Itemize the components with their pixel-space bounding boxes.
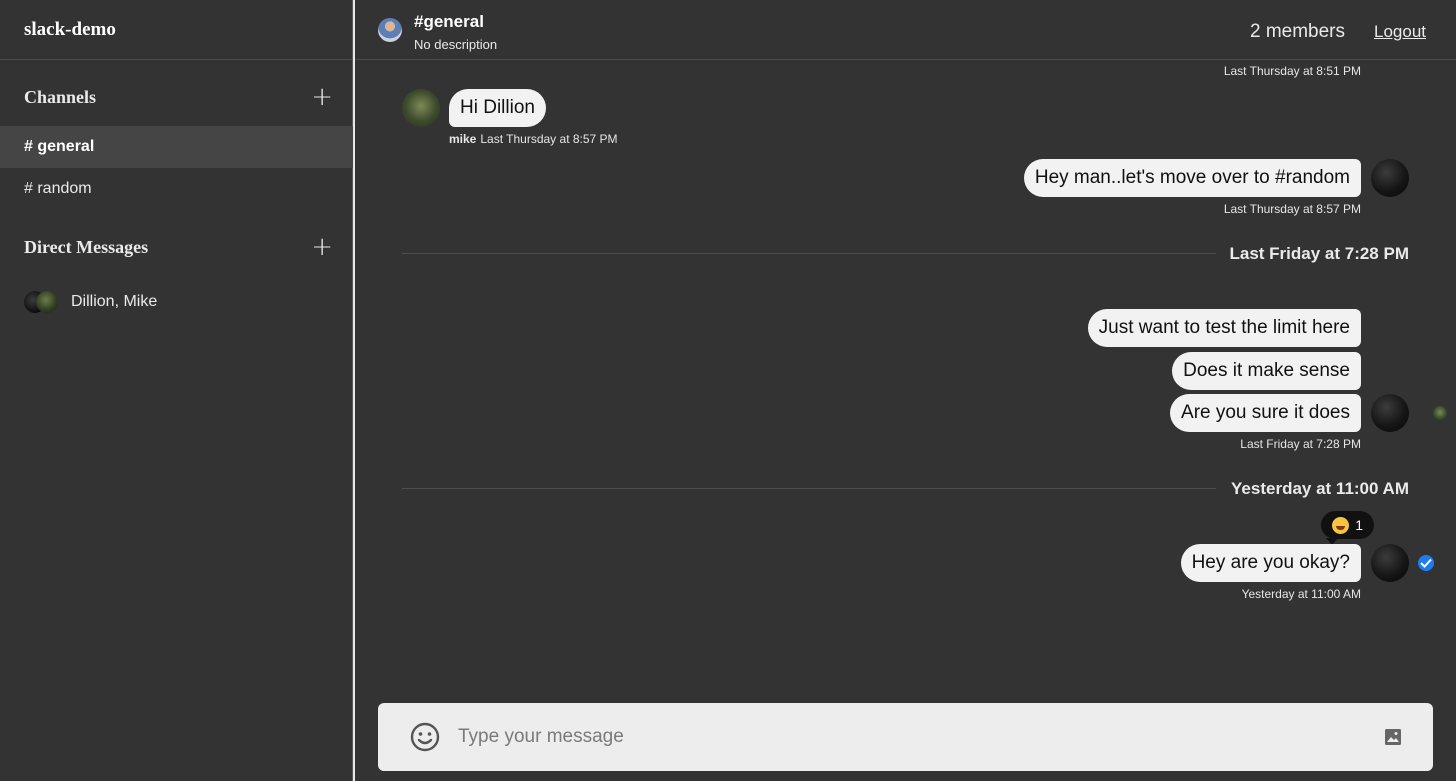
read-receipt-avatar: [1433, 406, 1447, 420]
channels-title: Channels: [24, 86, 97, 107]
message-input[interactable]: [456, 717, 1356, 757]
date-divider-line: [402, 253, 1216, 254]
logout-link[interactable]: Logout: [1374, 22, 1426, 42]
message-timestamp: Yesterday at 11:00 AM: [1241, 587, 1361, 601]
message-timestamp: Last Thursday at 8:57 PM: [480, 132, 618, 146]
message-meta: mike Last Thursday at 8:57 PM: [449, 132, 618, 146]
direct-messages-header: Direct Messages +: [0, 234, 353, 260]
message-sender: mike: [449, 132, 477, 146]
sidebar: slack-demo Channels + # general # random…: [0, 0, 353, 781]
image-icon[interactable]: [1384, 728, 1402, 746]
reaction-count: 1: [1355, 517, 1363, 533]
dm-avatars: [24, 290, 60, 314]
read-check-icon: [1418, 555, 1434, 571]
dm-item-dillion-mike[interactable]: Dillion, Mike: [24, 290, 157, 314]
sidebar-item-random[interactable]: # random: [0, 168, 353, 210]
message-timestamp: Last Thursday at 8:57 PM: [1223, 202, 1361, 216]
reaction-badge[interactable]: 1: [1321, 511, 1374, 539]
laughing-emoji-icon: [1332, 516, 1350, 534]
smiley-icon[interactable]: [409, 721, 441, 753]
message-composer: [378, 703, 1433, 771]
message-bubble[interactable]: Hey are you okay?: [1180, 544, 1361, 582]
main-panel: #general No description 2 members Logout…: [355, 0, 1456, 781]
sidebar-item-general[interactable]: # general: [0, 126, 353, 168]
channel-avatar: [378, 18, 402, 42]
channel-description: No description: [414, 37, 498, 52]
message-timestamp: Last Friday at 7:28 PM: [1240, 437, 1361, 451]
date-divider-line: [402, 488, 1216, 489]
date-divider: Yesterday at 11:00 AM: [1231, 479, 1409, 498]
workspace-title: slack-demo: [0, 0, 352, 60]
direct-messages-title: Direct Messages: [24, 236, 149, 257]
avatar: [402, 89, 440, 127]
avatar: [1371, 394, 1409, 432]
add-direct-message-icon[interactable]: +: [311, 234, 333, 260]
channels-header: Channels +: [0, 84, 353, 110]
message-bubble[interactable]: Just want to test the limit here: [1087, 309, 1361, 347]
avatar: [1371, 544, 1409, 582]
date-divider: Last Friday at 7:28 PM: [1229, 244, 1409, 263]
dm-item-label: Dillion, Mike: [71, 293, 158, 310]
chat-header: #general No description 2 members Logout: [355, 0, 1456, 60]
avatar: [36, 291, 58, 313]
message-timestamp: Last Thursday at 8:51 PM: [1223, 64, 1361, 78]
message-bubble[interactable]: Hey man..let's move over to #random: [1023, 159, 1361, 197]
message-bubble[interactable]: Does it make sense: [1172, 352, 1361, 390]
add-channel-icon[interactable]: +: [311, 84, 333, 110]
channel-name: #general: [414, 12, 484, 31]
message-bubble[interactable]: Are you sure it does: [1170, 394, 1361, 432]
members-count[interactable]: 2 members: [1250, 21, 1345, 43]
avatar: [1371, 159, 1409, 197]
app: slack-demo Channels + # general # random…: [0, 0, 1456, 781]
message-bubble[interactable]: Hi Dillion: [449, 89, 546, 127]
